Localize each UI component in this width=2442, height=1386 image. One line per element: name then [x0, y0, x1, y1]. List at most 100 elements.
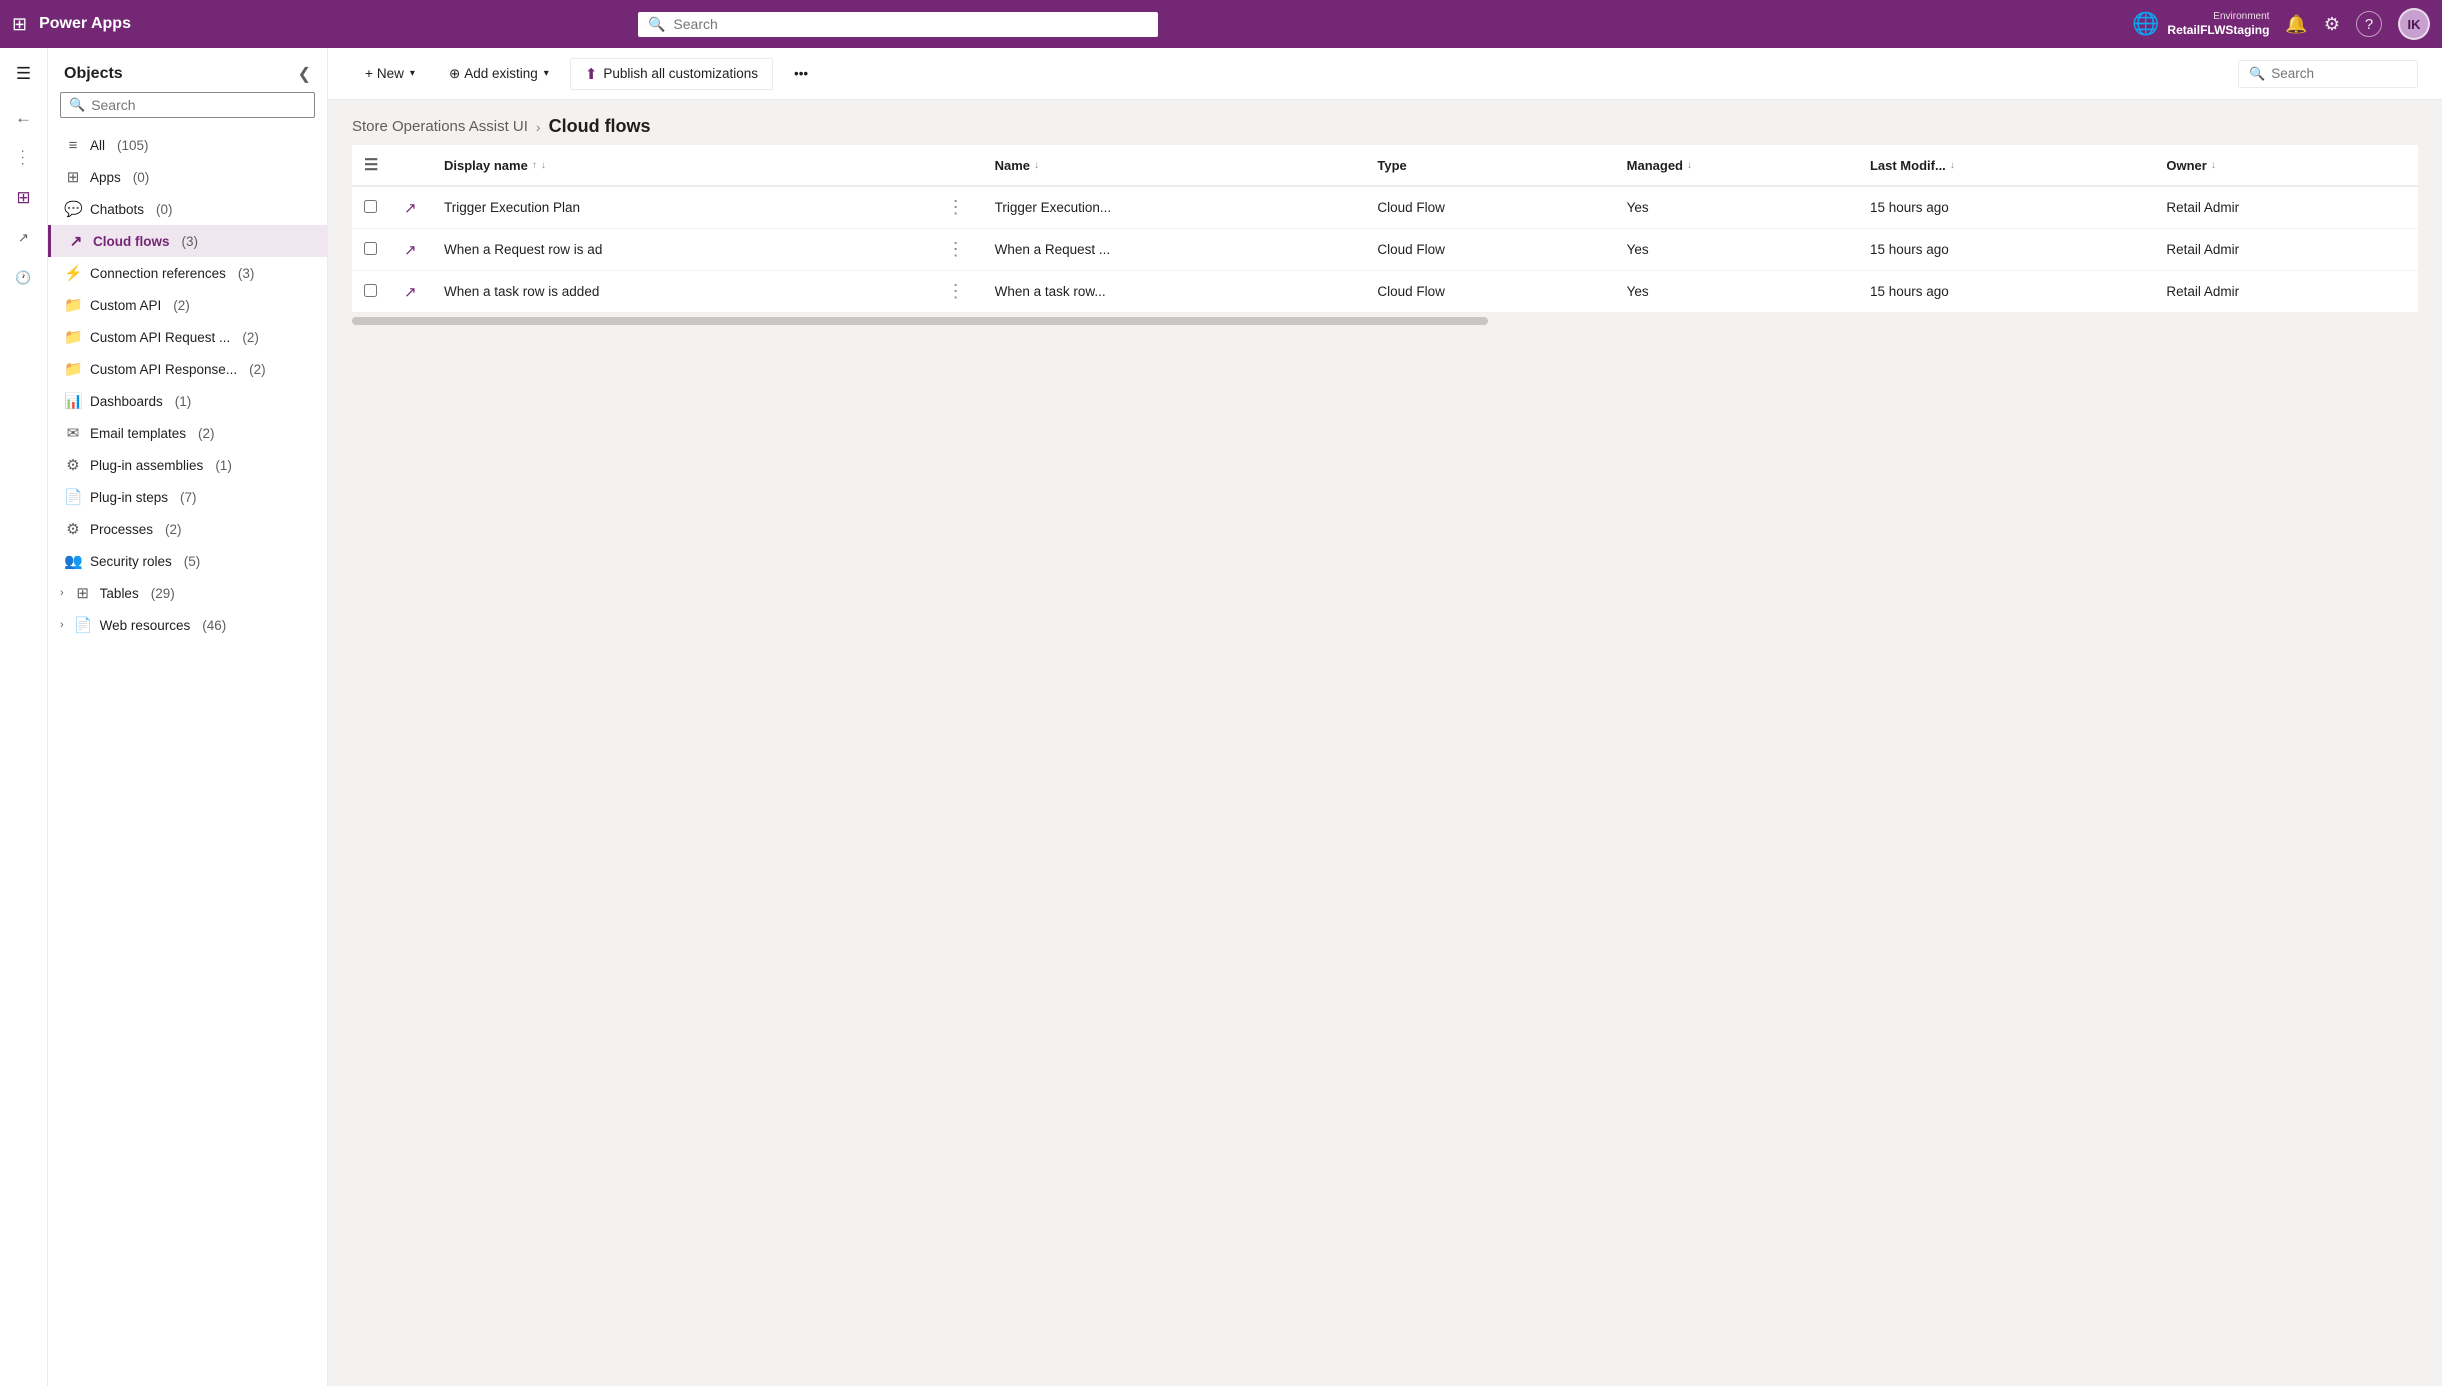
more-rail-icon[interactable]: ···	[6, 140, 42, 176]
table-row[interactable]: ↗ When a task row is added ⋮ When a task…	[352, 271, 2418, 313]
sidebar-item-cloud-flows[interactable]: ↗Cloud flows(3)	[48, 225, 327, 257]
nav-item-count: (2)	[165, 522, 182, 537]
add-existing-button[interactable]: ⊕ Add existing ▾	[436, 59, 562, 89]
sidebar-item-connection-references[interactable]: ⚡ Connection references (3)	[48, 257, 327, 289]
global-search-input[interactable]	[673, 16, 1148, 32]
row-checkbox[interactable]	[364, 242, 377, 255]
row-more-icon[interactable]: ⋮	[941, 237, 971, 261]
nav-item-icon: 📁	[64, 296, 82, 314]
top-nav-right: 🌐 Environment RetailFLWStaging 🔔 ⚙ ? IK	[2132, 8, 2430, 40]
sidebar-search-box[interactable]: 🔍	[60, 92, 315, 118]
sidebar-item-tables[interactable]: ›⊞Tables(29)	[48, 577, 327, 609]
sidebar-item-processes[interactable]: ⚙Processes(2)	[48, 513, 327, 545]
sidebar-item-dashboards[interactable]: 📊Dashboards(1)	[48, 385, 327, 417]
nav-item-count: (46)	[202, 618, 226, 633]
expand-arrow-icon[interactable]: ›	[60, 587, 64, 599]
help-icon[interactable]: ?	[2356, 11, 2382, 37]
nav-item-label: Custom API	[90, 298, 161, 313]
row-checkbox-cell[interactable]	[352, 229, 392, 271]
sidebar-item-apps[interactable]: ⊞Apps(0)	[48, 161, 327, 193]
new-button[interactable]: + New ▾	[352, 59, 428, 88]
more-dots-icon: •••	[794, 66, 808, 81]
display-name-header[interactable]: Display name ↑ ↓	[432, 145, 929, 186]
breadcrumb: Store Operations Assist UI › Cloud flows	[328, 100, 2442, 145]
sidebar-collapse-button[interactable]: ❮	[298, 64, 311, 84]
row-checkbox-cell[interactable]	[352, 271, 392, 313]
sidebar-item-custom-api-response...[interactable]: 📁Custom API Response...(2)	[48, 353, 327, 385]
sidebar-item-plug-in-assemblies[interactable]: ⚙Plug-in assemblies(1)	[48, 449, 327, 481]
content-area: + New ▾ ⊕ Add existing ▾ ⬆ Publish all c…	[328, 48, 2442, 1386]
nav-item-label: Tables	[100, 586, 139, 601]
row-more-icon[interactable]: ⋮	[941, 279, 971, 303]
display-name-cell[interactable]: Trigger Execution Plan	[432, 186, 929, 229]
sidebar-item-security-roles[interactable]: 👥Security roles(5)	[48, 545, 327, 577]
nav-item-icon: 📄	[64, 488, 82, 506]
last-modified-header[interactable]: Last Modif... ↓	[1858, 145, 2154, 186]
notifications-icon[interactable]: 🔔	[2285, 14, 2307, 35]
name-header[interactable]: Name ↓	[983, 145, 1366, 186]
horizontal-scrollbar[interactable]	[352, 317, 1488, 325]
table-area: ☰ Display name ↑ ↓	[328, 145, 2442, 1386]
nav-item-icon: ⚡	[64, 264, 82, 282]
nav-item-count: (3)	[182, 234, 199, 249]
table-row[interactable]: ↗ When a Request row is ad ⋮ When a Requ…	[352, 229, 2418, 271]
table-row[interactable]: ↗ Trigger Execution Plan ⋮ Trigger Execu…	[352, 186, 2418, 229]
sidebar-item-custom-api[interactable]: 📁Custom API(2)	[48, 289, 327, 321]
nav-item-count: (1)	[175, 394, 192, 409]
sidebar-item-web-resources[interactable]: ›📄Web resources(46)	[48, 609, 327, 641]
nav-item-label: Dashboards	[90, 394, 163, 409]
nav-item-count: (3)	[238, 266, 255, 281]
menu-toggle-icon[interactable]: ☰	[6, 56, 42, 92]
type-cell: Cloud Flow	[1365, 271, 1614, 313]
avatar[interactable]: IK	[2398, 8, 2430, 40]
name-label: Name	[995, 158, 1030, 173]
toolbar-search-box[interactable]: 🔍	[2238, 60, 2418, 88]
global-search-box[interactable]: 🔍	[638, 12, 1158, 37]
sidebar-item-plug-in-steps[interactable]: 📄Plug-in steps(7)	[48, 481, 327, 513]
toolbar-search-input[interactable]	[2271, 66, 2391, 81]
display-name-cell[interactable]: When a task row is added	[432, 271, 929, 313]
settings-icon[interactable]: ⚙	[2324, 14, 2340, 35]
select-all-icon[interactable]: ☰	[364, 157, 378, 174]
back-icon[interactable]: ←	[6, 100, 42, 136]
nav-item-label: Connection references	[90, 266, 226, 281]
last-modified-cell: 15 hours ago	[1858, 186, 2154, 229]
environment-info[interactable]: Environment RetailFLWStaging	[2167, 10, 2269, 39]
display-name-label: Display name	[444, 158, 528, 173]
publish-button[interactable]: ⬆ Publish all customizations	[570, 58, 773, 90]
row-checkbox[interactable]	[364, 284, 377, 297]
breadcrumb-parent[interactable]: Store Operations Assist UI	[352, 118, 528, 135]
waffle-icon[interactable]: ⊞	[12, 14, 27, 35]
table-rail-icon[interactable]: ⊞	[6, 180, 42, 216]
select-all-header[interactable]: ☰	[352, 145, 392, 186]
managed-header[interactable]: Managed ↓	[1615, 145, 1858, 186]
flows-rail-icon[interactable]: ↗	[6, 220, 42, 256]
row-more-cell[interactable]: ⋮	[929, 229, 983, 271]
sidebar-item-all[interactable]: ≡All(105)	[48, 130, 327, 161]
owner-cell: Retail Admir	[2154, 186, 2418, 229]
new-chevron-icon[interactable]: ▾	[410, 68, 415, 79]
display-name-cell[interactable]: When a Request row is ad	[432, 229, 929, 271]
more-button[interactable]: •••	[781, 59, 821, 88]
sidebar-item-email-templates[interactable]: ✉Email templates(2)	[48, 417, 327, 449]
row-more-cell[interactable]: ⋮	[929, 271, 983, 313]
history-rail-icon[interactable]: 🕐	[6, 260, 42, 296]
add-existing-chevron-icon[interactable]: ▾	[544, 68, 549, 79]
owner-header[interactable]: Owner ↓	[2154, 145, 2418, 186]
type-header[interactable]: Type	[1365, 145, 1614, 186]
environment-section[interactable]: 🌐 Environment RetailFLWStaging	[2132, 10, 2269, 39]
environment-label: Environment	[2167, 10, 2269, 23]
sidebar-search-input[interactable]	[91, 97, 306, 113]
row-more-cell[interactable]: ⋮	[929, 186, 983, 229]
sort-desc-icon[interactable]: ↓	[541, 160, 546, 171]
nav-item-icon: 📁	[64, 328, 82, 346]
row-checkbox-cell[interactable]	[352, 186, 392, 229]
sidebar-title: Objects	[64, 65, 123, 83]
nav-item-label: Web resources	[100, 618, 191, 633]
expand-arrow-icon[interactable]: ›	[60, 619, 64, 631]
row-more-icon[interactable]: ⋮	[941, 195, 971, 219]
row-checkbox[interactable]	[364, 200, 377, 213]
sidebar-item-chatbots[interactable]: 💬Chatbots(0)	[48, 193, 327, 225]
sidebar-item-custom-api-request-...[interactable]: 📁Custom API Request ...(2)	[48, 321, 327, 353]
type-label: Type	[1377, 158, 1406, 173]
